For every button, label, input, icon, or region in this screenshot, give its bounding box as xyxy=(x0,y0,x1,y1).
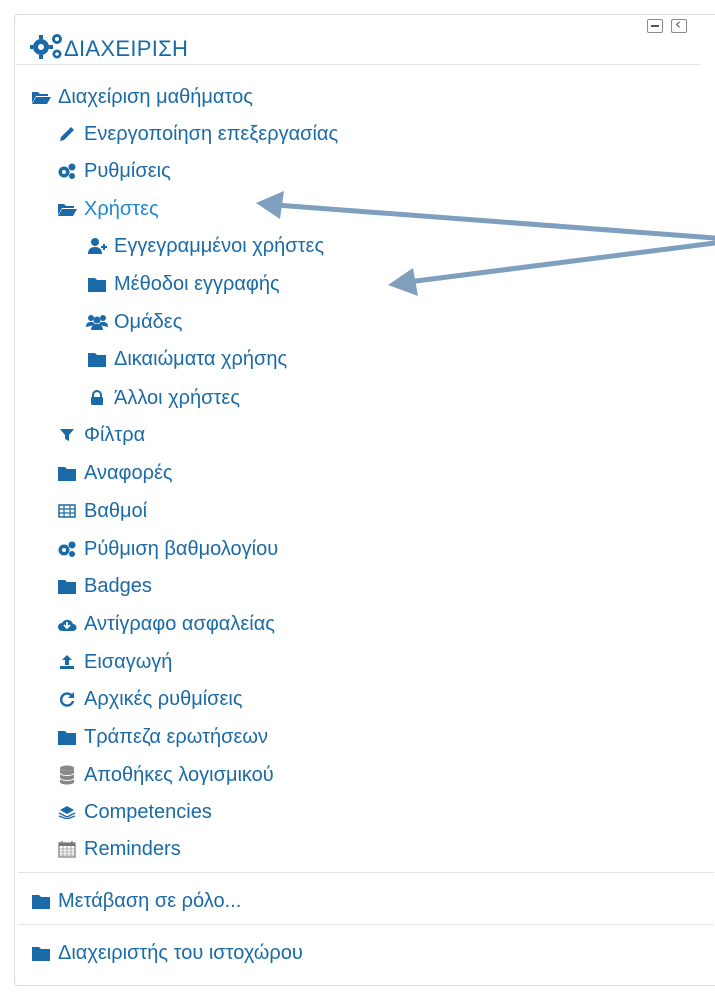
menu-item-filters[interactable]: Φίλτρα xyxy=(56,420,145,450)
folder-icon xyxy=(56,576,78,596)
menu-item-settings[interactable]: Ρυθμίσεις xyxy=(56,156,171,186)
menu-item-enrolled-users[interactable]: Εγγεγραμμένοι χρήστες xyxy=(86,231,324,261)
menu-item-competencies[interactable]: Competencies xyxy=(56,797,212,827)
folder-open-icon xyxy=(30,87,52,107)
refresh-icon xyxy=(56,689,78,709)
gears-icon xyxy=(56,161,78,181)
folder-open-icon xyxy=(56,199,78,219)
menu-item-reset[interactable]: Αρχικές ρυθμίσεις xyxy=(56,684,243,714)
competencies-icon xyxy=(56,802,78,822)
menu-item-enrolment-methods[interactable]: Μέθοδοι εγγραφής xyxy=(86,269,280,299)
cloud-download-icon xyxy=(56,614,78,634)
calendar-icon xyxy=(56,839,78,859)
user-add-icon xyxy=(86,236,108,256)
folder-icon xyxy=(56,463,78,483)
gears-icon xyxy=(30,30,66,60)
menu-item-badges[interactable]: Badges xyxy=(56,571,152,601)
menu-item-permissions[interactable]: Δικαιώματα χρήσης xyxy=(86,344,287,374)
menu-item-repositories[interactable]: Αποθήκες λογισμικού xyxy=(56,760,274,790)
menu-item-reminders[interactable]: Reminders xyxy=(56,834,181,864)
menu-item-reports[interactable]: Αναφορές xyxy=(56,458,173,488)
site-admin-link[interactable]: Διαχειριστής του ιστοχώρου xyxy=(30,938,303,968)
folder-icon xyxy=(56,727,78,747)
divider xyxy=(18,872,714,873)
folder-icon xyxy=(30,943,52,963)
collapse-block-button[interactable] xyxy=(647,19,663,33)
menu-item-question-bank[interactable]: Τράπεζα ερωτήσεων xyxy=(56,722,268,752)
menu-item-other-users[interactable]: Άλλοι χρήστες xyxy=(86,383,240,413)
menu-item-users[interactable]: Χρήστες xyxy=(56,194,159,224)
folder-icon xyxy=(30,891,52,911)
table-icon xyxy=(56,501,78,521)
lock-icon xyxy=(86,388,108,408)
course-admin-node[interactable]: Διαχείριση μαθήματος xyxy=(30,82,253,112)
filter-icon xyxy=(56,425,78,445)
block-title: ΔΙΑΧΕΙΡΙΣΗ xyxy=(64,36,189,61)
menu-item-grades[interactable]: Βαθμοί xyxy=(56,496,147,526)
menu-item-import[interactable]: Εισαγωγή xyxy=(56,647,172,677)
divider xyxy=(18,924,714,925)
users-icon xyxy=(86,312,108,332)
switch-role-link[interactable]: Μετάβαση σε ρόλο... xyxy=(30,886,241,916)
folder-icon xyxy=(86,274,108,294)
menu-item-edit[interactable]: Ενεργοποίηση επεξεργασίας xyxy=(56,119,338,149)
dock-block-button[interactable] xyxy=(671,15,687,33)
folder-icon xyxy=(86,349,108,369)
menu-item-backup[interactable]: Αντίγραφο ασφαλείας xyxy=(56,609,275,639)
block-header: ΔΙΑΧΕΙΡΙΣΗ xyxy=(16,20,701,65)
database-icon xyxy=(56,765,78,785)
menu-item-gradebook-setup[interactable]: Ρύθμιση βαθμολογίου xyxy=(56,534,278,564)
upload-icon xyxy=(56,652,78,672)
menu-item-groups[interactable]: Ομάδες xyxy=(86,307,182,337)
gears-icon xyxy=(56,539,78,559)
pencil-icon xyxy=(56,124,78,144)
course-admin-label: Διαχείριση μαθήματος xyxy=(58,85,253,108)
